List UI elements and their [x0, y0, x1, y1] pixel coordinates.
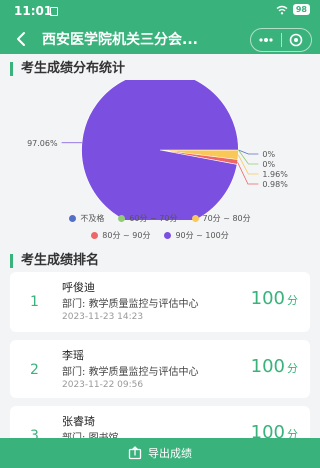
exam-date: 2023-11-23 14:23	[62, 312, 144, 322]
nav-bar: 西安医学院机关三分会...	[0, 24, 320, 54]
legend-dot	[164, 232, 172, 239]
status-icons: 98	[276, 4, 310, 15]
more-button[interactable]	[251, 29, 281, 51]
dept-value: 教学质量监控与评估中心	[88, 299, 199, 310]
rank-number: 1	[30, 294, 39, 310]
dept-value: 教学质量监控与评估中心	[88, 367, 199, 378]
app-header: 11:01 98 西安医学院机关三分会...	[0, 0, 320, 54]
pie-value-label: 0%	[262, 150, 275, 159]
pie-label-line	[238, 149, 259, 155]
more-dots-icon	[259, 38, 273, 42]
legend-dot	[69, 215, 77, 222]
battery-icon: 98	[292, 4, 310, 15]
pie-slice[interactable]	[81, 80, 239, 220]
close-miniprogram-button[interactable]	[282, 29, 312, 51]
notification-icon	[50, 7, 58, 16]
legend-label: 90分 ~ 100分	[175, 231, 229, 240]
score: 100 分	[251, 288, 298, 309]
score: 100 分	[251, 356, 298, 377]
export-label: 导出成绩	[148, 447, 192, 460]
dept-prefix: 部门:	[62, 367, 86, 378]
examinee-department: 部门: 教学质量监控与评估中心	[62, 363, 199, 378]
ranking-card[interactable]: 1 呼俊迪 部门: 教学质量监控与评估中心 2023-11-23 14:23 1…	[10, 272, 310, 332]
legend-row-2: 80分 ~ 90分 90分 ~ 100分	[0, 230, 320, 241]
examinee-name: 张睿琦	[62, 415, 95, 428]
legend-label: 80分 ~ 90分	[102, 231, 151, 240]
export-scores-button[interactable]: 导出成绩	[0, 438, 320, 468]
examinee-department: 部门: 教学质量监控与评估中心	[62, 295, 199, 310]
status-bar: 11:01 98	[0, 0, 320, 22]
legend-item[interactable]: 不及格	[69, 213, 104, 224]
back-button[interactable]	[10, 27, 34, 51]
legend-dot	[118, 215, 126, 222]
rank-number: 2	[30, 362, 39, 378]
pie-label-line	[237, 154, 259, 175]
pie-label-line	[238, 149, 259, 165]
pie-value-label: 97.06%	[27, 139, 58, 148]
exam-date: 2023-11-22 09:56	[62, 380, 144, 390]
ranking-card[interactable]: 2 李瑶 部门: 教学质量监控与评估中心 2023-11-22 09:56 10…	[10, 340, 310, 398]
page-title: 西安医学院机关三分会...	[42, 32, 198, 48]
pie-value-label: 0%	[262, 160, 275, 169]
target-icon	[289, 33, 303, 47]
distribution-section-title: 考生成绩分布统计	[10, 62, 125, 76]
legend-row-1: 不及格 60分 ~ 70分 70分 ~ 80分	[0, 213, 320, 224]
legend-dot	[191, 215, 199, 222]
legend-dot	[91, 232, 99, 239]
pie-value-label: 0.98%	[262, 180, 288, 189]
score-value: 100	[250, 288, 285, 309]
score-unit: 分	[287, 294, 298, 307]
legend-label: 不及格	[80, 214, 105, 223]
status-time: 11:01	[14, 4, 53, 18]
legend-item[interactable]: 90分 ~ 100分	[164, 230, 229, 241]
pie-value-label: 1.96%	[262, 170, 288, 179]
score-unit: 分	[287, 362, 298, 375]
legend-item[interactable]: 80分 ~ 90分	[91, 230, 150, 241]
score-value: 100	[250, 356, 285, 377]
chart-legend: 不及格 60分 ~ 70分 70分 ~ 80分 80分 ~ 90分 90分 ~ …	[0, 213, 320, 247]
pie-chart: 0%0%1.96%0.98%97.06%	[27, 80, 288, 220]
examinee-name: 呼俊迪	[62, 281, 95, 294]
export-icon	[128, 446, 142, 460]
chevron-left-icon	[17, 32, 25, 46]
legend-label: 60分 ~ 70分	[129, 214, 178, 223]
legend-label: 70分 ~ 80分	[202, 214, 251, 223]
examinee-name: 李瑶	[62, 349, 84, 362]
wifi-icon	[276, 5, 288, 14]
legend-item[interactable]: 70分 ~ 80分	[191, 213, 251, 224]
legend-item[interactable]: 60分 ~ 70分	[118, 213, 178, 224]
mini-program-capsule	[250, 28, 312, 52]
ranking-section-title: 考生成绩排名	[10, 254, 99, 268]
dept-prefix: 部门:	[62, 299, 86, 310]
